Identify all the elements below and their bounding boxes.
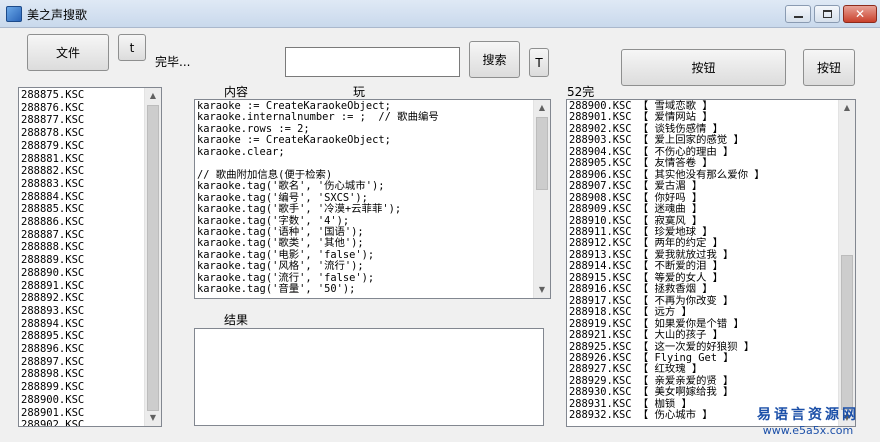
- list-item[interactable]: 288885.KSC: [21, 203, 84, 216]
- list-item[interactable]: 288881.KSC: [21, 153, 84, 166]
- code-text: karaoke := CreateKaraokeObject; karaoke.…: [197, 100, 439, 296]
- list-item[interactable]: 288887.KSC: [21, 229, 84, 242]
- list-item[interactable]: 288918.KSC 【 远方 】: [569, 306, 765, 318]
- minimize-icon: [794, 16, 803, 18]
- file-list-rows: 288875.KSC 288876.KSC 288877.KSC 288878.KSC…: [21, 89, 84, 426]
- watermark-logo: 易语言资源网 www.e5a5x.com: [738, 404, 878, 437]
- code-scrollbar[interactable]: ▲ ▼: [533, 100, 550, 298]
- song-list-rows: 288900.KSC 【 雪域恋歌 】 288901.KSC 【 爱情网站 】 28…: [569, 100, 765, 422]
- list-item[interactable]: 288909.KSC 【 迷魂曲 】: [569, 203, 765, 215]
- list-item[interactable]: 288898.KSC: [21, 368, 84, 381]
- list-item[interactable]: 288895.KSC: [21, 330, 84, 343]
- list-item[interactable]: 288892.KSC: [21, 292, 84, 305]
- status-text: 完毕...: [155, 55, 191, 69]
- list-item[interactable]: 288916.KSC 【 拯救香烟 】: [569, 283, 765, 295]
- scroll-up-icon[interactable]: ▲: [145, 88, 161, 104]
- maximize-button[interactable]: [814, 5, 840, 23]
- list-item[interactable]: 288905.KSC 【 友情答卷 】: [569, 157, 765, 169]
- watermark-bottom: www.e5a5x.com: [762, 424, 854, 437]
- list-item[interactable]: 288896.KSC: [21, 343, 84, 356]
- list-item[interactable]: 288907.KSC 【 爱古湄 】: [569, 180, 765, 192]
- list-item[interactable]: 288875.KSC: [21, 89, 84, 102]
- scroll-thumb[interactable]: [536, 117, 548, 190]
- count-label: 52完: [567, 85, 595, 99]
- file-list-scrollbar[interactable]: ▲ ▼: [144, 88, 161, 426]
- list-item[interactable]: 288882.KSC: [21, 165, 84, 178]
- list-item[interactable]: 288900.KSC: [21, 394, 84, 407]
- list-item[interactable]: 288883.KSC: [21, 178, 84, 191]
- list-item[interactable]: 288884.KSC: [21, 191, 84, 204]
- close-button[interactable]: ✕: [843, 5, 877, 23]
- app-icon: [6, 6, 22, 22]
- list-item[interactable]: 288894.KSC: [21, 318, 84, 331]
- list-item[interactable]: 288891.KSC: [21, 280, 84, 293]
- list-item[interactable]: 288890.KSC: [21, 267, 84, 280]
- code-editor[interactable]: karaoke := CreateKaraokeObject; karaoke.…: [194, 99, 551, 299]
- window-title: 美之声搜歌: [27, 8, 88, 22]
- title-bar: 美之声搜歌 ✕: [0, 0, 880, 28]
- song-list-scrollbar[interactable]: ▲ ▼: [838, 100, 855, 426]
- list-item[interactable]: 288893.KSC: [21, 305, 84, 318]
- list-item[interactable]: 288901.KSC: [21, 407, 84, 420]
- result-box[interactable]: [194, 328, 544, 426]
- scroll-thumb[interactable]: [841, 255, 853, 410]
- close-icon: ✕: [854, 7, 866, 21]
- watermark-top: 易语言资源网: [757, 407, 859, 423]
- song-list[interactable]: 288900.KSC 【 雪域恋歌 】 288901.KSC 【 爱情网站 】 28…: [566, 99, 856, 427]
- list-item[interactable]: 288876.KSC: [21, 102, 84, 115]
- scroll-thumb[interactable]: [147, 105, 159, 411]
- scroll-down-icon[interactable]: ▼: [145, 410, 161, 426]
- t-button[interactable]: t: [118, 34, 146, 61]
- list-item[interactable]: 288899.KSC: [21, 381, 84, 394]
- content-label: 内容: [224, 85, 249, 99]
- play-label: 玩: [353, 85, 366, 99]
- search-button[interactable]: 搜索: [469, 41, 520, 78]
- list-item[interactable]: 288888.KSC: [21, 241, 84, 254]
- action-button-1[interactable]: 按钮: [621, 49, 786, 86]
- file-list[interactable]: 288875.KSC 288876.KSC 288877.KSC 288878.KSC…: [18, 87, 162, 427]
- maximize-icon: [823, 10, 832, 18]
- scroll-up-icon[interactable]: ▲: [839, 100, 855, 116]
- list-item[interactable]: 288932.KSC 【 伤心城市 】: [569, 409, 765, 421]
- list-item[interactable]: 288886.KSC: [21, 216, 84, 229]
- file-button[interactable]: 文件: [27, 34, 109, 71]
- list-item[interactable]: 288889.KSC: [21, 254, 84, 267]
- list-item[interactable]: 288879.KSC: [21, 140, 84, 153]
- scroll-down-icon[interactable]: ▼: [534, 282, 550, 298]
- search-input[interactable]: [285, 47, 460, 77]
- list-item[interactable]: 288878.KSC: [21, 127, 84, 140]
- scroll-up-icon[interactable]: ▲: [534, 100, 550, 116]
- list-item[interactable]: 288877.KSC: [21, 114, 84, 127]
- list-item[interactable]: 288897.KSC: [21, 356, 84, 369]
- list-item[interactable]: 288902.KSC: [21, 419, 84, 426]
- action-button-2[interactable]: 按钮: [803, 49, 855, 86]
- list-item[interactable]: 288921.KSC 【 大山的孩子 】: [569, 329, 765, 341]
- minimize-button[interactable]: [785, 5, 811, 23]
- result-label: 结果: [224, 313, 249, 327]
- t2-button[interactable]: T: [529, 48, 549, 77]
